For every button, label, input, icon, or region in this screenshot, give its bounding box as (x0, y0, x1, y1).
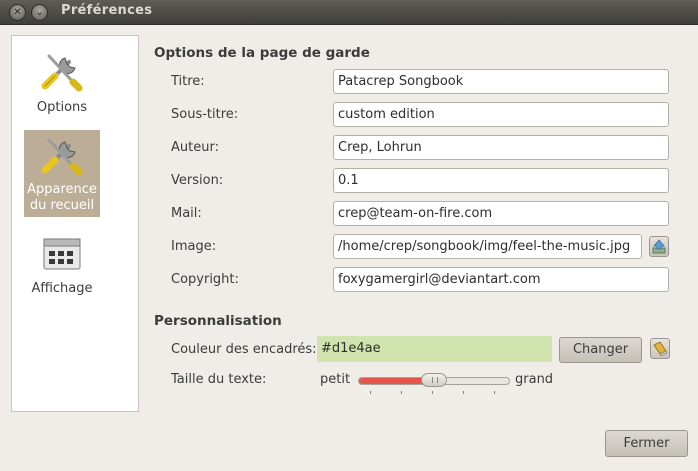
sidebar-item-display[interactable]: Affichage (24, 235, 100, 299)
title-field[interactable]: Patacrep Songbook (333, 69, 669, 94)
sidebar-item-options[interactable]: Options (24, 46, 100, 120)
browse-image-button[interactable] (649, 236, 669, 257)
mail-field[interactable]: crep@team-on-fire.com (333, 201, 669, 226)
slider-tick (494, 391, 495, 394)
close-icon[interactable]: ✕ (9, 4, 26, 21)
tools-icon (41, 54, 83, 92)
tools-icon (41, 138, 83, 176)
section-title-cover: Options de la page de garde (154, 45, 370, 61)
box-color-label: Couleur des encadrés: (171, 342, 317, 357)
image-path-field[interactable]: /home/crep/songbook/img/feel-the-music.j… (333, 234, 642, 259)
sidebar-item-appearance[interactable]: Apparence du recueil (24, 130, 100, 217)
box-color-swatch[interactable]: #d1e4ae (317, 336, 552, 362)
text-size-slider[interactable] (358, 373, 510, 387)
subtitle-field[interactable]: custom edition (333, 102, 669, 127)
sidebar: Options Apparence du recueil Affichage (11, 35, 139, 412)
slider-tick (370, 391, 371, 394)
display-icon (43, 238, 81, 270)
eraser-icon (653, 341, 668, 357)
window-title: Préférences (61, 3, 153, 18)
minimize-icon[interactable]: ⌄ (31, 4, 48, 21)
copyright-field[interactable]: foxygamergirl@deviantart.com (333, 267, 669, 292)
slider-tick (401, 391, 402, 394)
reset-color-button[interactable] (650, 338, 670, 359)
copyright-label: Copyright: (171, 272, 239, 287)
version-label: Version: (171, 173, 224, 188)
sidebar-item-label: Options (36, 100, 88, 115)
version-field[interactable]: 0.1 (333, 168, 669, 193)
sidebar-item-label: Affichage (31, 281, 93, 296)
section-title-custom: Personnalisation (154, 313, 282, 329)
close-button[interactable]: Fermer (605, 430, 688, 457)
change-color-button[interactable]: Changer (559, 337, 642, 363)
slider-handle[interactable] (421, 373, 447, 387)
mail-label: Mail: (171, 206, 202, 221)
slider-max-label: grand (515, 372, 554, 387)
author-label: Auteur: (171, 140, 219, 155)
title-label: Titre: (171, 74, 205, 89)
image-label: Image: (171, 239, 217, 254)
author-field[interactable]: Crep, Lohrun (333, 135, 669, 160)
sidebar-item-label: du recueil (29, 198, 95, 213)
upload-icon (652, 239, 666, 254)
slider-min-label: petit (320, 372, 351, 387)
subtitle-label: Sous-titre: (171, 107, 239, 122)
title-bar: ✕ ⌄ Préférences (0, 0, 698, 25)
sidebar-item-label: Apparence (27, 182, 97, 197)
slider-tick (432, 391, 433, 394)
slider-tick (463, 391, 464, 394)
text-size-label: Taille du texte: (171, 372, 267, 387)
